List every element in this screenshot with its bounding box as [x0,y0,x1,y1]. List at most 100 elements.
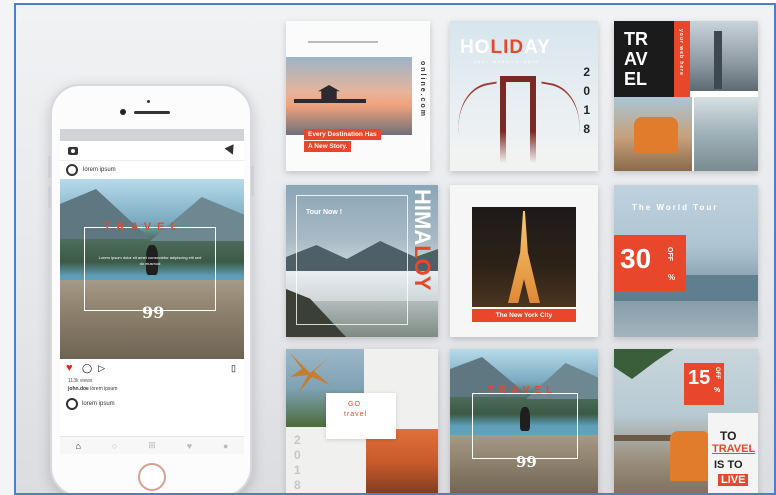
year-digit: 1 [583,103,590,117]
title-part: AY [524,37,551,58]
side-text: your web here [678,29,684,76]
send-icon[interactable] [224,144,238,157]
tagline-line-2: TRAVEL [712,443,756,455]
caption-text: lorem ipsum [90,386,118,392]
template-card-1[interactable]: online.com Every Destination Has A New S… [286,21,430,171]
next-username[interactable]: lorem ipsum [82,401,115,407]
avatar[interactable] [66,398,78,410]
template-card-5[interactable]: The New York City [450,185,598,337]
side-text: online.com [419,61,426,118]
post-caption: Lorem ipsum dolor sit amet consectetur a… [98,255,202,266]
title-part: AV [624,49,648,69]
template-card-6[interactable]: The World Tour 30 OFF % [614,185,758,337]
card-title: TRAVEL [488,385,558,396]
volume-button [48,186,51,208]
add-icon[interactable]: ⊞ [148,440,156,451]
share-icon[interactable]: ▷ [98,363,105,374]
post-title: TRAVEL [104,221,184,233]
caption-user[interactable]: john.doe [68,386,89,392]
status-bar [60,129,244,141]
headline-line-1: GO [348,401,361,408]
front-sensor [147,100,150,103]
sunset-photo [286,57,412,135]
volume-button [48,156,51,178]
phone-mockup: lorem ipsum TRAVEL Lorem ipsum dolor sit… [48,84,254,493]
year-column: 2 0 1 8 [294,433,301,492]
post-image[interactable]: TRAVEL Lorem ipsum dolor sit amet consec… [60,179,244,359]
template-card-4[interactable]: Tour Now ! HIMALOY [286,185,438,337]
profile-icon[interactable]: ● [223,441,228,451]
discount-value: 15 [688,367,711,389]
banner-line-2: A New Story. [304,141,352,152]
year-column: 2 0 1 8 [583,65,590,136]
title-part: HO [460,37,491,58]
home-button[interactable] [138,463,166,491]
template-card-7[interactable]: GO travel 2 0 1 8 [286,349,438,493]
year-digit: 0 [583,84,590,98]
discount-value: 30 [620,243,652,274]
percent-sign: % [714,387,721,394]
post-header: lorem ipsum [60,161,244,179]
title-part: HIMA [410,189,435,246]
tagline-line-1: TO [720,429,737,443]
quote-icon: 99 [142,303,165,322]
next-post-header: lorem ipsum [60,398,244,410]
template-card-3[interactable]: TR AV EL your web here [614,21,758,171]
template-card-9[interactable]: 15 OFF % TO TRAVEL IS TO LIVE [614,349,758,493]
card-title: HOLIDAY [460,37,551,59]
post-caption-line: john.doe lorem ipsum [60,385,244,394]
city-photo [690,21,758,91]
views-count: 113k views [68,378,93,384]
banner-line-1: Every Destination Has [304,129,381,140]
template-card-2[interactable]: HOLIDAY your website here 2 0 1 8 [450,21,598,171]
mockup-canvas: lorem ipsum TRAVEL Lorem ipsum dolor sit… [14,3,776,495]
discount-off: OFF [714,367,720,379]
bottom-nav: ⌂ ○ ⊞ ♥ ● [60,436,244,454]
year-digit: 1 [294,463,301,477]
search-icon[interactable]: ○ [112,441,117,451]
title-line-1: TR [624,29,648,49]
bookmark-icon[interactable]: ▯ [231,363,236,374]
power-button [251,166,254,196]
title-part-accent: LID [490,37,525,58]
title-line-2: AV [624,49,648,70]
text-lines [308,41,378,43]
percent-sign: % [668,273,676,282]
tagline-line-3: IS TO [714,459,743,471]
headline-line-2: travel [344,411,368,418]
front-camera [120,109,126,115]
page-margin [0,0,14,495]
avatar[interactable] [66,164,78,176]
earpiece [134,111,170,114]
home-icon[interactable]: ⌂ [75,441,80,451]
van-shape [670,431,710,481]
year-digit: 8 [583,122,590,136]
discount-off: OFF [666,247,673,261]
comment-icon[interactable]: ◯ [82,363,92,374]
heart-icon[interactable]: ♥ [66,362,76,373]
title-part-accent: LOY [410,245,435,291]
tag-label: Tour Now ! [306,209,343,216]
camera-icon[interactable] [68,146,78,155]
fog-overlay [450,131,598,171]
heart-outline-icon[interactable]: ♥ [187,441,192,451]
year-digit: 0 [294,448,301,462]
person-silhouette [520,407,530,431]
app-header [60,141,244,161]
city-banner: The New York City [472,309,576,322]
skyscraper [714,31,722,89]
pier-shape [294,99,366,103]
vertical-title: HIMALOY [410,189,435,291]
template-card-8[interactable]: TRAVEL 99 [450,349,598,493]
phone-screen: lorem ipsum TRAVEL Lorem ipsum dolor sit… [60,129,244,454]
palm-leaves [614,349,674,379]
subtitle: your website here [474,59,540,64]
quote-icon: 99 [516,453,537,471]
title-line-3: EL [624,69,648,89]
van-shape [634,117,678,153]
year-digit: 8 [294,478,301,492]
sea-photo [694,97,758,171]
post-username[interactable]: lorem ipsum [83,167,116,173]
year-digit: 2 [583,65,590,79]
card-title: The World Tour [632,203,719,212]
